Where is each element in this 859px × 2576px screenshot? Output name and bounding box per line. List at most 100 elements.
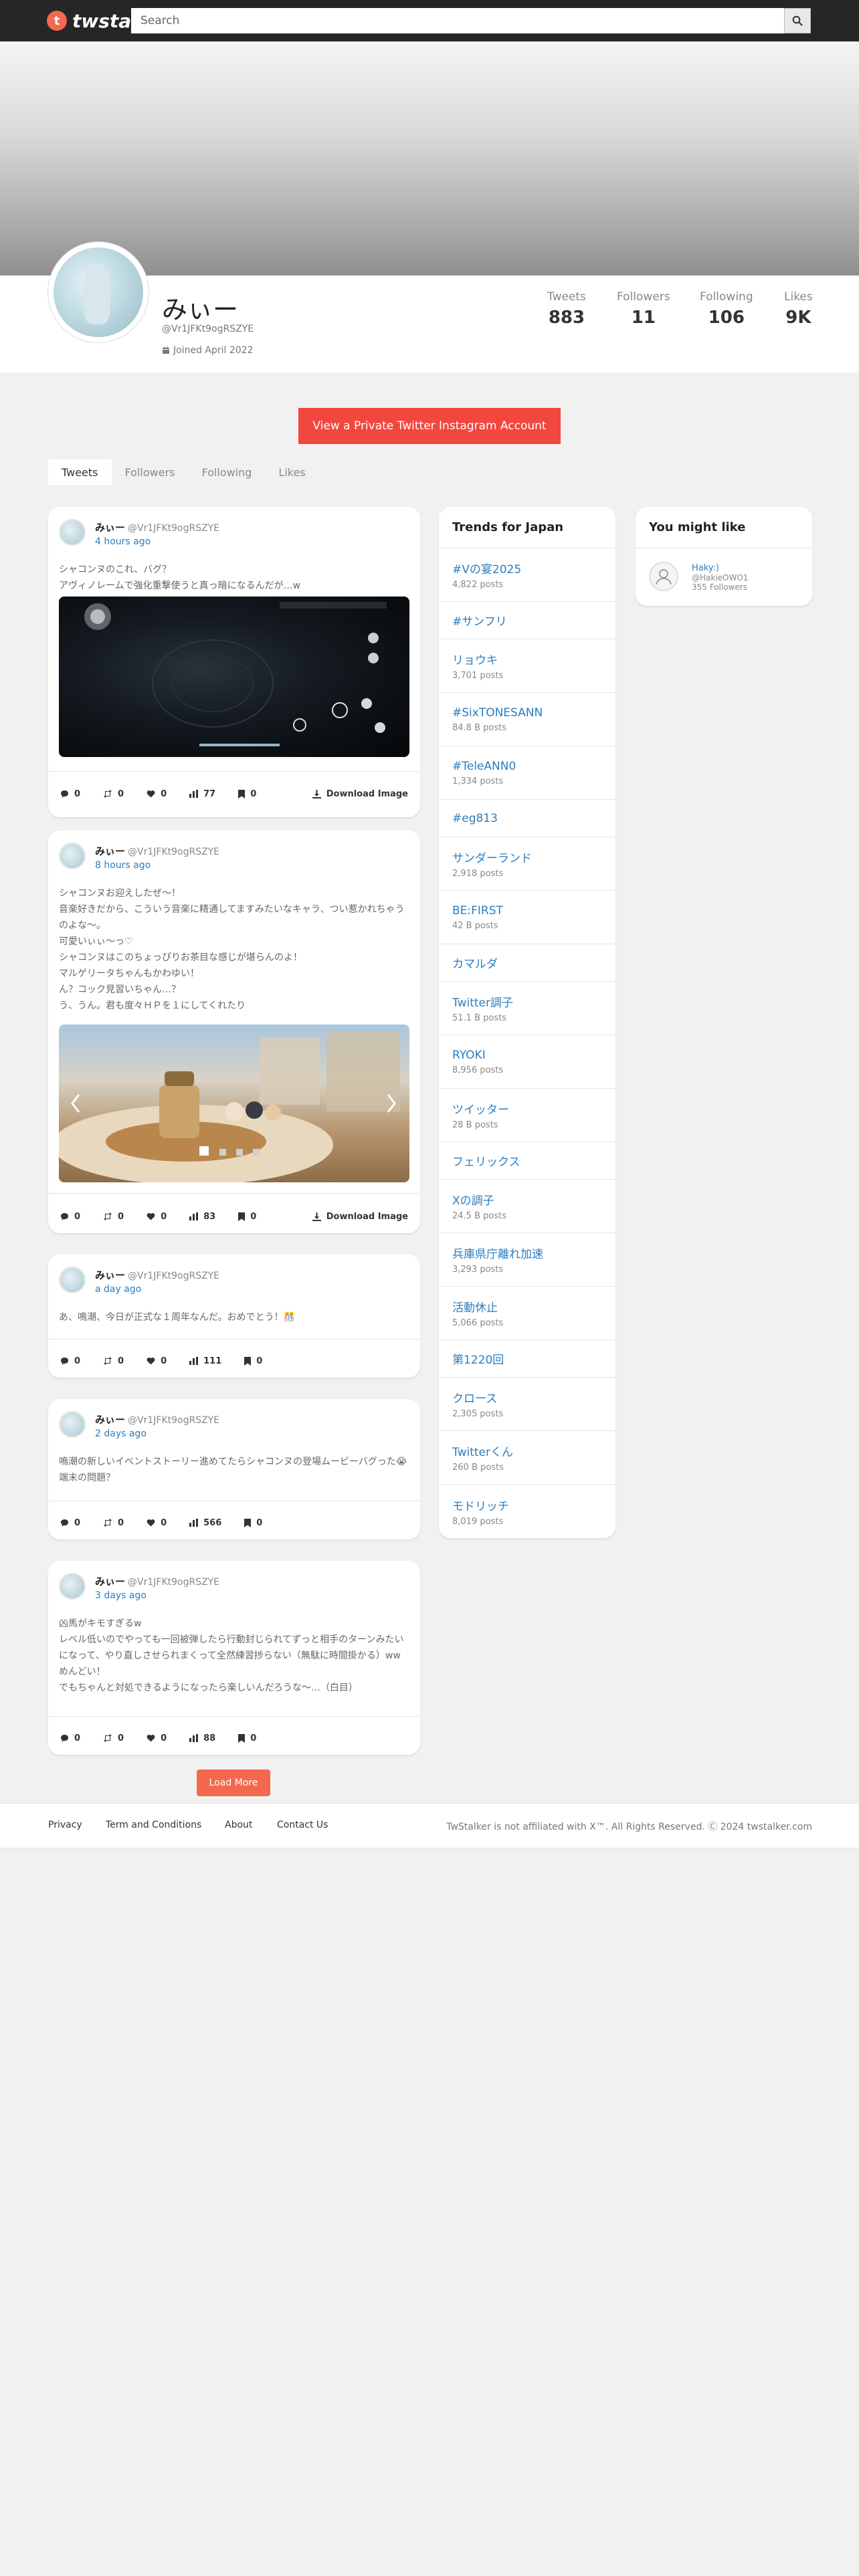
reply-button[interactable]: 0	[60, 1733, 80, 1743]
footer-link-about[interactable]: About	[225, 1820, 252, 1830]
bookmark-button[interactable]: 0	[244, 1518, 262, 1528]
tweet-time[interactable]: 2 days ago	[95, 1428, 147, 1439]
tweet-time[interactable]: a day ago	[95, 1284, 141, 1295]
trend-item[interactable]: カマルダ	[439, 944, 615, 982]
retweet-button[interactable]: 0	[103, 789, 124, 799]
tweet-author[interactable]: みぃー @Vr1JFKt9ogRSZYE	[95, 520, 219, 534]
trend-item[interactable]: 第1220回	[439, 1340, 615, 1378]
trend-item[interactable]: Twitter調子 51.1 B posts	[439, 982, 615, 1035]
tweet-text: あ、鳴潮、今日が正式な１周年なんだ。おめでとう！🎊	[59, 1312, 296, 1323]
views-count: 566	[189, 1518, 221, 1528]
comment-icon	[61, 1734, 68, 1742]
trend-item[interactable]: フェリックス	[439, 1142, 615, 1180]
tweet-author[interactable]: みぃー @Vr1JFKt9ogRSZYE	[95, 1574, 219, 1588]
tweet-avatar[interactable]	[59, 1573, 86, 1600]
like-button[interactable]: 0	[147, 1518, 167, 1528]
view-private-account-button[interactable]: View a Private Twitter Instagram Account	[298, 408, 561, 444]
footer-link-terms[interactable]: Term and Conditions	[106, 1820, 201, 1830]
reply-button[interactable]: 0	[60, 1212, 80, 1222]
retweet-button[interactable]: 0	[103, 1356, 124, 1366]
reply-button[interactable]: 0	[60, 1518, 80, 1528]
like-button[interactable]: 0	[147, 789, 167, 799]
tweet-avatar[interactable]	[59, 1411, 86, 1438]
stat-followers[interactable]: Followers 11	[617, 290, 670, 328]
trend-item[interactable]: 活動休止 5,066 posts	[439, 1287, 615, 1340]
logo[interactable]: t twstal	[47, 9, 138, 33]
bookmark-button[interactable]: 0	[238, 1733, 256, 1743]
trend-item[interactable]: RYOKI 8,956 posts	[439, 1035, 615, 1089]
suggested-user-avatar[interactable]	[649, 562, 678, 591]
search-icon	[792, 15, 803, 26]
bar-chart-icon	[189, 1357, 199, 1365]
like-button[interactable]: 0	[147, 1356, 167, 1366]
tweet-author[interactable]: みぃー @Vr1JFKt9ogRSZYE	[95, 844, 219, 858]
trend-item[interactable]: モドリッチ 8,019 posts	[439, 1485, 615, 1538]
retweet-button[interactable]: 0	[103, 1733, 124, 1743]
trend-item[interactable]: Xの調子 24.5 B posts	[439, 1180, 615, 1233]
tweet-image[interactable]	[59, 597, 409, 757]
retweet-button[interactable]: 0	[103, 1212, 124, 1222]
like-button[interactable]: 0	[147, 1212, 167, 1222]
download-image-button[interactable]: Download Image	[312, 777, 408, 811]
tweet-card: みぃー @Vr1JFKt9ogRSZYE 4 hours ago シャコンヌのこれ…	[48, 507, 420, 817]
tweet-avatar[interactable]	[59, 843, 86, 869]
suggested-user-handle: @HakieOWO1	[692, 573, 749, 582]
search-button[interactable]	[784, 8, 811, 33]
tweet-text: シャコンヌお迎えしたぜ〜！ 音楽好きだから、こういう音楽に精通してますみたいなキ…	[59, 888, 405, 1011]
stat-likes[interactable]: Likes 9K	[784, 290, 813, 328]
tab-tweets[interactable]: Tweets	[48, 459, 112, 485]
tweet-image[interactable]	[59, 1025, 409, 1182]
profile-display-name: みぃー	[162, 295, 239, 324]
bar-chart-icon	[189, 790, 199, 798]
tweet-time[interactable]: 8 hours ago	[95, 860, 151, 871]
tab-followers[interactable]: Followers	[112, 459, 189, 485]
stat-tweets[interactable]: Tweets 883	[547, 290, 586, 328]
load-more-button[interactable]: Load More	[197, 1769, 270, 1796]
trend-item[interactable]: #Vの宴2025 4,822 posts	[439, 548, 615, 602]
tab-likes[interactable]: Likes	[265, 459, 318, 485]
bookmark-button[interactable]: 0	[238, 1212, 256, 1222]
bar-chart-icon	[189, 1734, 199, 1742]
comment-icon	[61, 1357, 68, 1365]
trend-item[interactable]: ツイッター 28 B posts	[439, 1089, 615, 1142]
tweet-author[interactable]: みぃー @Vr1JFKt9ogRSZYE	[95, 1268, 219, 1282]
tweet-avatar[interactable]	[59, 519, 86, 546]
trend-item[interactable]: リョウキ 3,701 posts	[439, 639, 615, 693]
trend-item[interactable]: #eg813	[439, 800, 615, 837]
trend-item[interactable]: 兵庫県庁離れ加速 3,293 posts	[439, 1233, 615, 1287]
reply-button[interactable]: 0	[60, 789, 80, 799]
stat-following[interactable]: Following 106	[700, 290, 753, 328]
retweet-button[interactable]: 0	[103, 1518, 124, 1528]
trend-item[interactable]: #サンフリ	[439, 602, 615, 639]
reply-button[interactable]: 0	[60, 1356, 80, 1366]
download-image-button[interactable]: Download Image	[312, 1200, 408, 1233]
tab-following[interactable]: Following	[188, 459, 265, 485]
tweet-author[interactable]: みぃー @Vr1JFKt9ogRSZYE	[95, 1412, 219, 1426]
like-button[interactable]: 0	[147, 1733, 167, 1743]
profile-joined: Joined April 2022	[162, 345, 254, 356]
suggested-user-name[interactable]: Haky:)	[692, 563, 719, 573]
trend-item[interactable]: Twitterくん 260 B posts	[439, 1431, 615, 1485]
tweet-avatar[interactable]	[59, 1267, 86, 1293]
tweet-time[interactable]: 3 days ago	[95, 1590, 147, 1601]
bookmark-button[interactable]: 0	[238, 789, 256, 799]
comment-icon	[61, 1212, 68, 1220]
trend-item[interactable]: BE:FIRST 42 B posts	[439, 891, 615, 944]
trends-panel: Trends for Japan #Vの宴2025 4,822 posts #サン…	[439, 507, 615, 1538]
search-input[interactable]	[131, 8, 784, 33]
trend-item[interactable]: #SixTONESANN 84.8 B posts	[439, 693, 615, 746]
tweet-text: 凶馬がキモすぎるw レベル低いのでやっても一回被弾したら行動封じられてずっと相手…	[59, 1618, 404, 1693]
footer-link-contact[interactable]: Contact Us	[277, 1820, 328, 1830]
retweet-icon	[104, 1212, 112, 1220]
heart-icon	[147, 1735, 155, 1742]
trend-item[interactable]: サンダーランド 2,918 posts	[439, 837, 615, 891]
tweet-time[interactable]: 4 hours ago	[95, 536, 151, 547]
trend-item[interactable]: #TeleANN0 1,334 posts	[439, 746, 615, 800]
trend-item[interactable]: クロース 2,305 posts	[439, 1378, 615, 1431]
retweet-icon	[104, 790, 112, 798]
bookmark-icon	[238, 1212, 246, 1221]
bookmark-button[interactable]: 0	[244, 1356, 262, 1366]
footer: Privacy Term and Conditions About Contac…	[0, 1803, 859, 1848]
comment-icon	[61, 1519, 68, 1527]
footer-link-privacy[interactable]: Privacy	[48, 1820, 82, 1830]
